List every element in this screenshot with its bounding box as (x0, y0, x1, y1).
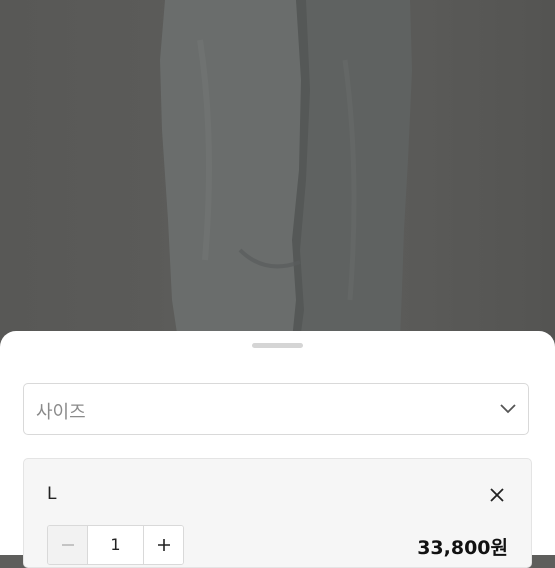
quantity-stepper: 1 (47, 525, 184, 565)
option-bottom-sheet: 사이즈 L 1 33,800원 (0, 331, 555, 568)
minus-icon (61, 544, 74, 546)
pants-illustration (160, 0, 412, 340)
plus-icon (157, 539, 170, 551)
product-photo (0, 0, 555, 340)
quantity-value[interactable]: 1 (87, 526, 144, 564)
chevron-down-icon (500, 404, 516, 414)
size-select[interactable]: 사이즈 (23, 383, 529, 435)
close-icon[interactable] (488, 486, 506, 504)
size-select-placeholder: 사이즈 (36, 402, 86, 423)
selected-option-card: L 1 33,800원 (23, 458, 532, 568)
increase-button[interactable] (144, 526, 183, 564)
decrease-button[interactable] (48, 526, 87, 564)
option-name: L (47, 484, 57, 504)
drag-handle[interactable] (252, 343, 303, 348)
option-price: 33,800원 (417, 537, 508, 559)
